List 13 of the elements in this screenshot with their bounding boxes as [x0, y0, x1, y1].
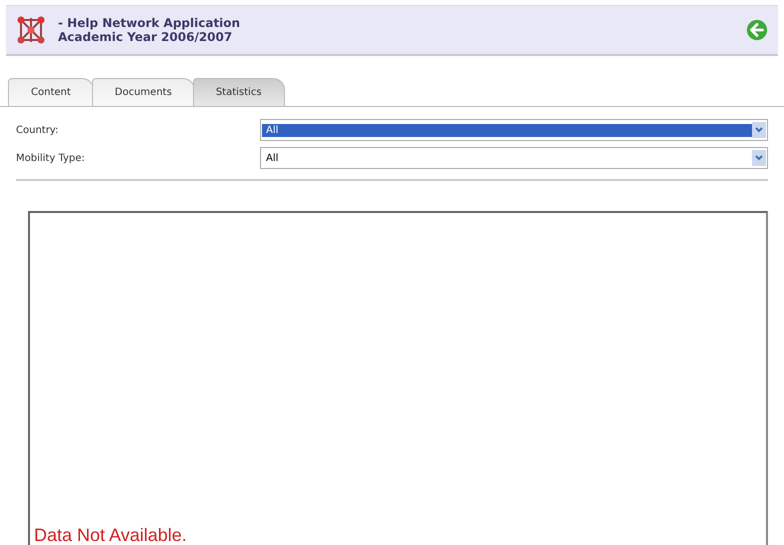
chevron-down-icon[interactable]	[752, 150, 766, 166]
app-title: - Help Network Application	[58, 16, 242, 30]
chevron-down-icon[interactable]	[752, 122, 766, 138]
dropdown-field[interactable]: All	[260, 147, 768, 169]
filter-label: Country:	[16, 124, 60, 136]
dropdown-field[interactable]: All	[260, 119, 768, 141]
tab[interactable]: Documents	[92, 78, 195, 106]
academic-year: Academic Year 2006/2007	[58, 30, 234, 44]
filter-label: Mobility Type:	[16, 152, 86, 164]
network-logo-icon	[16, 15, 46, 45]
tab[interactable]: Content	[8, 78, 94, 106]
tab[interactable]: Statistics	[192, 78, 285, 106]
no-data-message: Data Not Available.	[34, 525, 187, 545]
